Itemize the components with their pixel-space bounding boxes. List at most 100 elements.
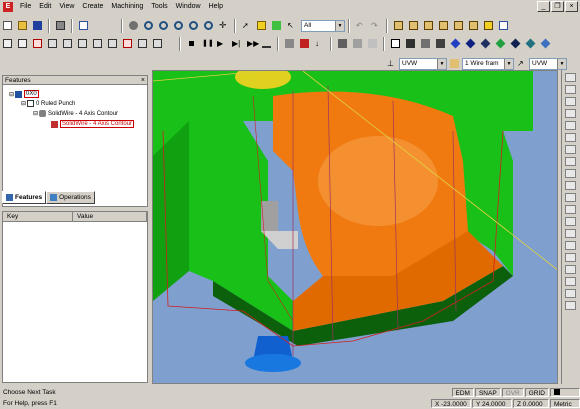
view-tool-icon[interactable] xyxy=(564,97,576,106)
view-tool-icon[interactable] xyxy=(564,157,576,166)
feature-delete-icon[interactable] xyxy=(121,37,134,50)
view-top-icon[interactable] xyxy=(407,19,420,32)
view-bottom-icon[interactable] xyxy=(482,19,495,32)
minimize-button[interactable]: _ xyxy=(537,1,550,12)
menu-file[interactable]: File xyxy=(16,0,35,14)
ovr-indicator[interactable]: OVR xyxy=(501,387,524,397)
snap-indicator[interactable]: SNAP xyxy=(474,387,501,397)
print-icon[interactable] xyxy=(54,19,67,32)
view-right-icon[interactable] xyxy=(437,19,450,32)
feature-copy-icon[interactable] xyxy=(46,37,59,50)
shade-darkblue-icon[interactable] xyxy=(464,37,477,50)
column-header-key[interactable]: Key xyxy=(3,212,73,221)
redo-icon[interactable]: ↷ xyxy=(369,19,382,32)
close-button[interactable]: × xyxy=(565,1,578,12)
zoom-window-icon[interactable] xyxy=(172,19,185,32)
shade-yellow-icon[interactable] xyxy=(255,19,268,32)
zoom-fit-icon[interactable] xyxy=(187,19,200,32)
chevron-down-icon[interactable]: ▼ xyxy=(557,58,566,69)
restore-button[interactable]: ❐ xyxy=(551,1,564,12)
tool-arrow-icon[interactable]: ↓ xyxy=(313,37,326,50)
feature-list-icon[interactable] xyxy=(151,37,164,50)
tab-features[interactable]: Features xyxy=(2,191,47,204)
view-tool-icon[interactable] xyxy=(564,289,576,298)
machine-setup-icon[interactable] xyxy=(351,37,364,50)
new-file-icon[interactable] xyxy=(1,19,14,32)
view-tool-icon[interactable] xyxy=(564,193,576,202)
grid-indicator[interactable]: GRID xyxy=(524,387,549,397)
coord-system-icon[interactable]: ↗ xyxy=(515,57,528,70)
shade-light-icon[interactable] xyxy=(539,37,552,50)
feature-link-icon[interactable] xyxy=(61,37,74,50)
view-tool-icon[interactable] xyxy=(564,229,576,238)
menu-help[interactable]: Help xyxy=(205,0,227,14)
stock-shaded-icon[interactable] xyxy=(404,37,417,50)
edm-indicator[interactable]: EDM xyxy=(451,387,474,397)
tree-item-root[interactable]: ⊟ 0X0 xyxy=(9,90,39,98)
step-forward-icon[interactable]: ▶| xyxy=(230,37,243,50)
view-tool-icon[interactable] xyxy=(564,205,576,214)
sketch-icon[interactable] xyxy=(1,37,14,50)
fast-forward-icon[interactable]: ▶▶ xyxy=(245,37,259,50)
axis-icon[interactable]: ⊥ xyxy=(385,57,398,70)
view-front-icon[interactable] xyxy=(422,19,435,32)
stop-icon[interactable] xyxy=(185,37,198,50)
feature-array-icon[interactable] xyxy=(91,37,104,50)
feature-mirror-icon[interactable] xyxy=(106,37,119,50)
post-process-icon[interactable] xyxy=(366,37,379,50)
tree-item-ruled-punch[interactable]: ⊟ 0 Ruled Punch xyxy=(21,100,75,107)
chevron-down-icon[interactable]: ▼ xyxy=(335,20,344,31)
view-tool-icon[interactable] xyxy=(564,265,576,274)
close-icon[interactable]: × xyxy=(141,76,145,85)
view-tool-icon[interactable] xyxy=(564,301,576,310)
menu-machining[interactable]: Machining xyxy=(107,0,147,14)
grid-view-icon[interactable] xyxy=(497,19,510,32)
app-logo-icon[interactable]: E xyxy=(3,2,13,12)
view-tool-icon[interactable] xyxy=(564,217,576,226)
zoom-all-icon[interactable] xyxy=(202,19,215,32)
save-icon[interactable] xyxy=(31,19,44,32)
view-tool-icon[interactable] xyxy=(564,169,576,178)
menu-create[interactable]: Create xyxy=(78,0,107,14)
menu-view[interactable]: View xyxy=(55,0,78,14)
undo-icon[interactable]: ↶ xyxy=(354,19,367,32)
menu-edit[interactable]: Edit xyxy=(35,0,55,14)
chevron-down-icon[interactable]: ▼ xyxy=(504,58,513,69)
view-tool-icon[interactable] xyxy=(564,181,576,190)
tree-item-solidwire-selected[interactable]: SolidWire - 4 Axis Contour xyxy=(51,120,135,128)
render-icon[interactable] xyxy=(419,37,432,50)
view-tool-icon[interactable] xyxy=(564,145,576,154)
view-tool-icon[interactable] xyxy=(564,109,576,118)
shade-blue-icon[interactable] xyxy=(449,37,462,50)
arrow-select-icon[interactable]: ➚ xyxy=(240,19,253,32)
selection-filter-select[interactable]: All ▼ xyxy=(301,19,345,32)
shade-green2-icon[interactable] xyxy=(494,37,507,50)
view-tool-icon[interactable] xyxy=(564,73,576,82)
shade-dark-icon[interactable] xyxy=(479,37,492,50)
view-iso-icon[interactable] xyxy=(392,19,405,32)
filter-icon[interactable]: ↖ xyxy=(285,19,298,32)
view-left-icon[interactable] xyxy=(452,19,465,32)
wire-icon[interactable] xyxy=(434,37,447,50)
stock-icon[interactable] xyxy=(389,37,402,50)
view-tool-icon[interactable] xyxy=(564,253,576,262)
collapse-icon[interactable]: ⊟ xyxy=(21,100,26,107)
workplane-select[interactable]: UVW ▼ xyxy=(399,57,447,70)
view-tool-icon[interactable] xyxy=(564,133,576,142)
shade-green-icon[interactable] xyxy=(270,19,283,32)
view-tool-icon[interactable] xyxy=(564,121,576,130)
3d-viewport[interactable] xyxy=(152,70,558,384)
coord-system-select[interactable]: UVW ▼ xyxy=(529,57,567,70)
menu-window[interactable]: Window xyxy=(172,0,205,14)
view-tool-icon[interactable] xyxy=(564,241,576,250)
view-tool-icon[interactable] xyxy=(564,277,576,286)
pause-icon[interactable]: ❚❚ xyxy=(200,37,214,50)
display-mode-select[interactable]: 1 Wire fram ▼ xyxy=(462,57,514,70)
view-tool-icon[interactable] xyxy=(564,85,576,94)
select-tool-icon[interactable] xyxy=(127,19,140,32)
chevron-down-icon[interactable]: ▼ xyxy=(437,58,446,69)
tree-item-solidwire[interactable]: ⊟ SolidWire - 4 Axis Contour xyxy=(33,110,118,117)
tool-path-icon[interactable] xyxy=(283,37,296,50)
zoom-in-icon[interactable] xyxy=(142,19,155,32)
feature-move-icon[interactable] xyxy=(76,37,89,50)
